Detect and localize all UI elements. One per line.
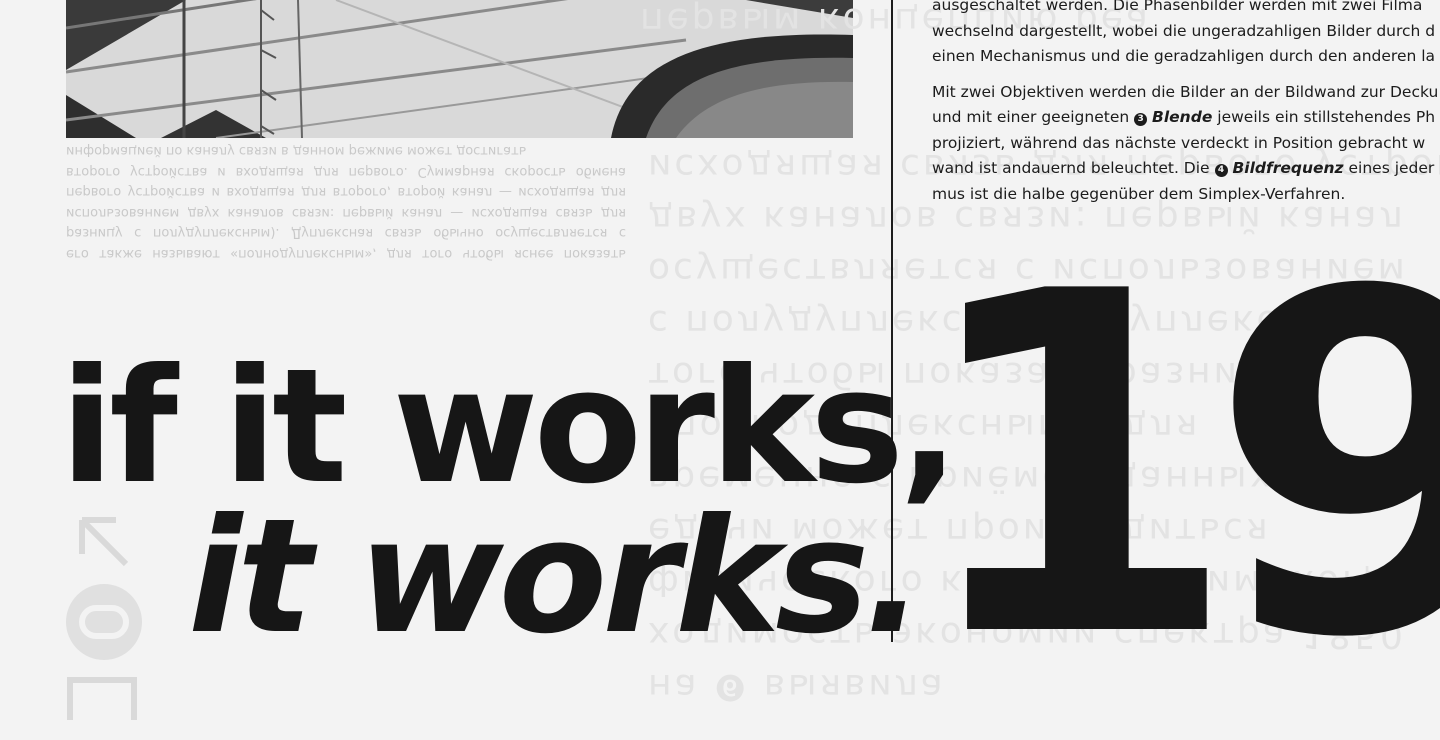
big-number: 19 [912,193,1440,740]
term-blende: Blende [1152,108,1213,126]
text-line: Mit zwei Objektiven werden die Bilder an… [932,82,1439,101]
headline: if it works, it works. [60,348,959,669]
german-paragraph-2: Mit zwei Objektiven werden die Bilder an… [932,80,1440,208]
text-line: jeweils ein stillstehendes Ph [1212,108,1436,126]
text-line: eines jeder [1343,159,1435,177]
arrow-up-left-icon [79,517,129,567]
headline-line-2: it works. [188,485,924,669]
rounded-square-circle-icon [66,584,142,660]
square-outline-icon [67,677,137,720]
text-line: projiziert, während das nächste verdeckt… [932,133,1426,152]
text-line: ausgeschaltet werden. Die Phasenbilder w… [932,0,1423,14]
numbered-marker-icon: 3 [1134,113,1148,126]
numbered-marker-icon: 4 [1214,164,1228,177]
german-body-text: ausgeschaltet werden. Die Phasenbilder w… [932,0,1440,217]
term-bildfrequenz: Bildfrequenz [1232,159,1344,177]
text-line: wechselnd dargestellt, wobei die ungerad… [932,21,1436,40]
background-cyrillic-paragraph: его также называют «полнодуплексным», дл… [66,143,626,262]
text-line: wand ist andauernd beleuchtet. Die [932,159,1215,177]
text-line: einen Mechanismus und die geradzahligen … [932,47,1436,65]
german-paragraph-1: ausgeschaltet werden. Die Phasenbilder w… [932,0,1440,70]
text-line: und mit einer geeigneten [932,108,1135,126]
